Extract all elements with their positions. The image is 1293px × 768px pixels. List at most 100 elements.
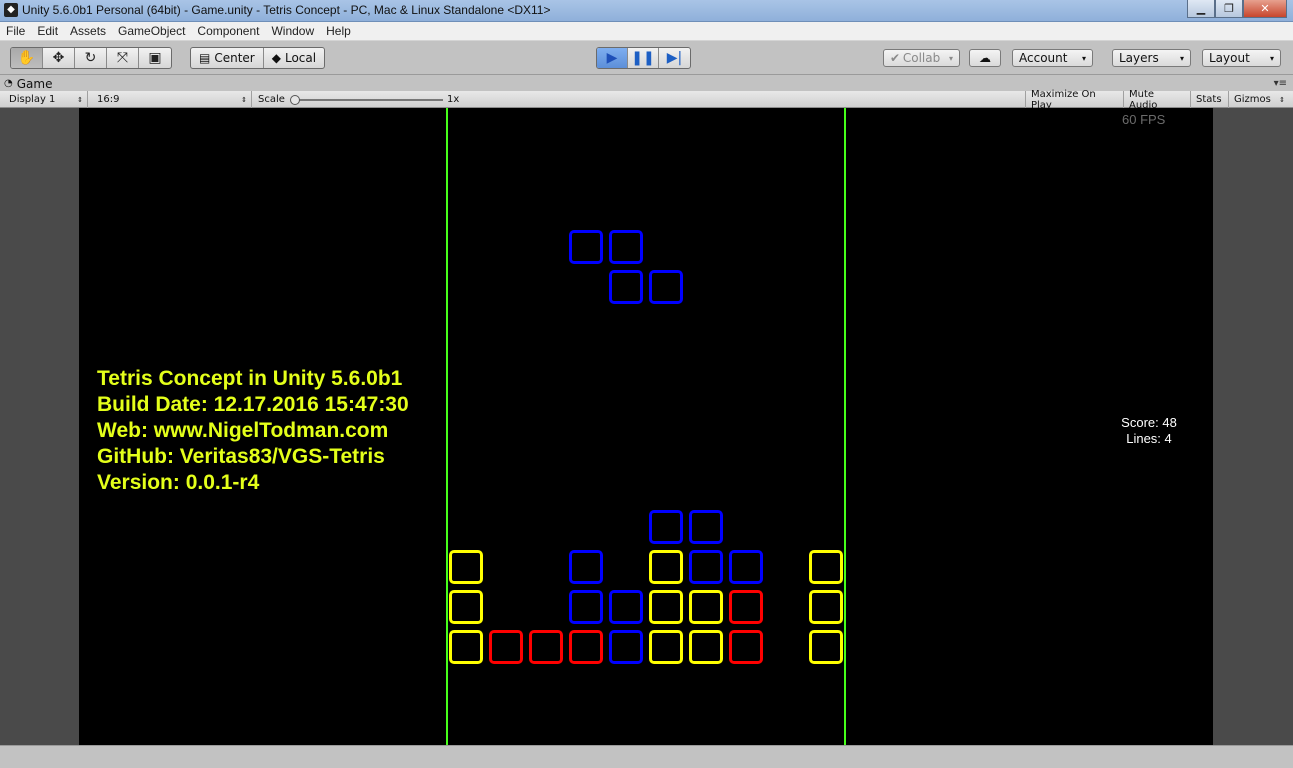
stack-block [569, 590, 603, 624]
menu-edit[interactable]: Edit [31, 24, 64, 38]
stack-block [649, 630, 683, 664]
aspect-dropdown[interactable]: 16:9 ⇕ [92, 91, 252, 108]
tab-game-label: Game [16, 76, 53, 91]
stack-block [729, 590, 763, 624]
tab-game[interactable]: ◔ Game [4, 76, 52, 91]
check-icon: ✔ [890, 51, 901, 65]
left-wall [446, 108, 448, 745]
account-label: Account [1019, 51, 1068, 65]
rotate-tool-button[interactable]: ↻ [75, 48, 107, 68]
stack-block [449, 630, 483, 664]
scale-control: Scale 1x [253, 91, 468, 108]
stack-block [729, 550, 763, 584]
menu-gameobject[interactable]: GameObject [112, 24, 191, 38]
menu-help[interactable]: Help [320, 24, 357, 38]
game-viewport: 60 FPS Tetris Concept in Unity 5.6.0b1 B… [0, 108, 1293, 745]
collab-dropdown[interactable]: ✔ Collab ▾ [883, 49, 960, 67]
maximize-on-play-toggle[interactable]: Maximize On Play [1025, 89, 1124, 111]
rect-tool-button[interactable]: ▣ [139, 48, 171, 68]
info-version: Version: 0.0.1-r4 [97, 471, 260, 494]
stack-block [649, 510, 683, 544]
game-screen[interactable]: 60 FPS Tetris Concept in Unity 5.6.0b1 B… [79, 108, 1213, 745]
stack-block [689, 630, 723, 664]
stack-block [729, 630, 763, 664]
stack-block [529, 630, 563, 664]
menu-window[interactable]: Window [265, 24, 320, 38]
build-info: Tetris Concept in Unity 5.6.0b1 Build Da… [97, 366, 409, 496]
scale-value: 1x [447, 94, 460, 105]
layers-dropdown[interactable]: Layers ▾ [1112, 49, 1191, 67]
stack-block [809, 590, 843, 624]
pivot-local-label: Local [284, 51, 317, 65]
menu-component[interactable]: Component [191, 24, 265, 38]
display-dropdown[interactable]: Display 1 ⇕ [4, 91, 88, 108]
stack-block [689, 550, 723, 584]
menu-bar: File Edit Assets GameObject Component Wi… [0, 22, 1293, 41]
chevron-down-icon: ▾ [1081, 53, 1086, 63]
stats-toggle[interactable]: Stats [1191, 91, 1229, 108]
menu-file[interactable]: File [0, 24, 31, 38]
scale-slider-knob[interactable] [290, 95, 300, 105]
main-toolbar: ✋ ✥ ↻ ⤧ ▣ ▤ Center ◆ Local ▶ ❚❚ ▶| ✔ Collab… [0, 41, 1293, 75]
active-piece-block [609, 270, 643, 304]
rotate-icon: ↻ [84, 50, 97, 66]
cloud-button[interactable]: ☁ [969, 49, 1001, 67]
maximize-button[interactable]: ❐ [1215, 0, 1243, 18]
rect-icon: ▣ [148, 50, 162, 66]
active-piece-block [609, 230, 643, 264]
stack-block [609, 590, 643, 624]
stack-block [649, 550, 683, 584]
window-title: Unity 5.6.0b1 Personal (64bit) - Game.un… [22, 3, 551, 17]
cube-icon: ◆ [271, 51, 281, 65]
chevron-down-icon: ▾ [1179, 53, 1184, 63]
updown-icon: ⇕ [77, 95, 83, 104]
hand-tool-button[interactable]: ✋ [11, 48, 43, 68]
move-tool-button[interactable]: ✥ [43, 48, 75, 68]
active-piece-block [569, 230, 603, 264]
minimize-icon: ▁ [1196, 2, 1206, 15]
gizmos-dropdown[interactable]: Gizmos ⇕ [1229, 91, 1289, 108]
score-panel: Score: 48 Lines: 4 [1089, 415, 1209, 447]
updown-icon: ⇕ [1279, 95, 1285, 104]
menu-assets[interactable]: Assets [64, 24, 112, 38]
chevron-down-icon: ▾ [948, 53, 953, 63]
minimize-button[interactable]: ▁ [1187, 0, 1215, 18]
stack-block [809, 630, 843, 664]
fps-counter: 60 FPS [1122, 112, 1166, 127]
pivot-center-button[interactable]: ▤ Center [191, 48, 264, 68]
stack-block [569, 630, 603, 664]
panel-menu-icon[interactable]: ▾≡ [1274, 78, 1287, 89]
gizmos-label: Gizmos [1234, 94, 1271, 105]
display-label: Display 1 [9, 94, 56, 105]
stack-block [649, 590, 683, 624]
layout-dropdown[interactable]: Layout ▾ [1202, 49, 1281, 67]
chevron-down-icon: ▾ [1269, 53, 1274, 63]
score-text: Score: 48 [1121, 415, 1177, 430]
close-icon: ✕ [1260, 2, 1270, 15]
account-dropdown[interactable]: Account ▾ [1012, 49, 1093, 67]
maximize-icon: ❐ [1224, 2, 1234, 15]
mute-audio-toggle[interactable]: Mute Audio [1124, 89, 1191, 111]
layout-label: Layout [1209, 51, 1250, 65]
scale-label: Scale [258, 94, 285, 105]
step-icon: ▶| [666, 50, 683, 66]
playback-controls: ▶ ❚❚ ▶| [596, 47, 691, 69]
pause-button[interactable]: ❚❚ [628, 48, 659, 68]
move-icon: ✥ [52, 50, 65, 66]
pivot-local-button[interactable]: ◆ Local [264, 48, 324, 68]
step-button[interactable]: ▶| [659, 48, 690, 68]
close-button[interactable]: ✕ [1243, 0, 1287, 18]
scale-icon: ⤧ [116, 50, 129, 66]
stats-label: Stats [1196, 94, 1222, 105]
info-build-date: Build Date: 12.17.2016 15:47:30 [97, 393, 409, 416]
info-github: GitHub: Veritas83/VGS-Tetris [97, 445, 385, 468]
scale-slider-track[interactable] [293, 99, 443, 101]
active-piece-block [649, 270, 683, 304]
scale-tool-button[interactable]: ⤧ [107, 48, 139, 68]
tetris-well [446, 108, 846, 745]
pivot-icon: ▤ [199, 51, 211, 65]
info-title: Tetris Concept in Unity 5.6.0b1 [97, 367, 403, 390]
play-button[interactable]: ▶ [597, 48, 628, 68]
aspect-label: 16:9 [97, 94, 120, 105]
stack-block [809, 550, 843, 584]
